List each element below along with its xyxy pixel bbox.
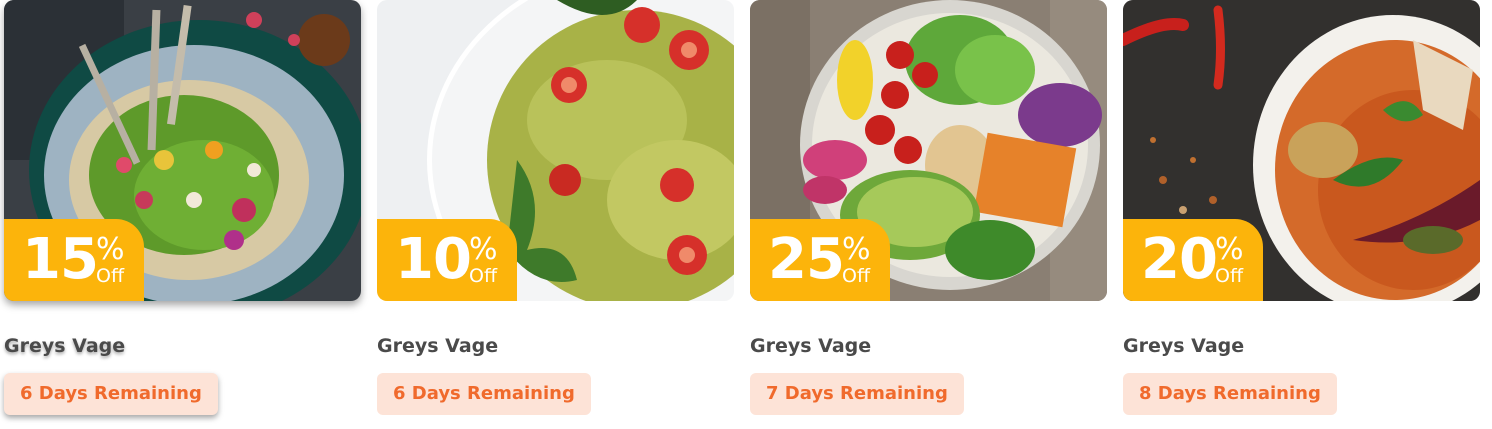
- discount-off-label: Off: [1215, 265, 1244, 287]
- discount-percent-sign: %: [842, 232, 871, 267]
- discount-percent-sign: %: [96, 232, 125, 267]
- deal-title[interactable]: Greys Vage: [1123, 333, 1244, 359]
- days-remaining-badge: 6 Days Remaining: [377, 373, 591, 415]
- discount-off-label: Off: [469, 265, 498, 287]
- discount-value: 25: [768, 227, 845, 292]
- deal-card[interactable]: 10 % Off Greys Vage 6 Days Remaining: [377, 0, 734, 420]
- deal-title[interactable]: Greys Vage: [4, 333, 125, 359]
- discount-percent-sign: %: [469, 232, 498, 267]
- discount-badge: 10 % Off: [377, 219, 517, 301]
- deal-title[interactable]: Greys Vage: [377, 333, 498, 359]
- discount-badge: 20 % Off: [1123, 219, 1263, 301]
- discount-value: 15: [22, 227, 99, 292]
- deal-card[interactable]: 15 % Off Greys Vage 6 Days Remaining: [4, 0, 361, 420]
- days-remaining-badge: 7 Days Remaining: [750, 373, 964, 415]
- deal-card[interactable]: 20 % Off Greys Vage 8 Days Remaining: [1123, 0, 1480, 420]
- deals-grid: 15 % Off Greys Vage 6 Days Remaining 10 …: [0, 0, 1492, 429]
- discount-badge: 25 % Off: [750, 219, 890, 301]
- discount-badge: 15 % Off: [4, 219, 144, 301]
- deal-title[interactable]: Greys Vage: [750, 333, 871, 359]
- deal-image[interactable]: 15 % Off: [4, 0, 361, 301]
- discount-off-label: Off: [96, 265, 125, 287]
- days-remaining-badge: 8 Days Remaining: [1123, 373, 1337, 415]
- deal-image[interactable]: 20 % Off: [1123, 0, 1480, 301]
- discount-value: 10: [395, 227, 472, 292]
- deal-card[interactable]: 25 % Off Greys Vage 7 Days Remaining: [750, 0, 1107, 420]
- discount-percent-sign: %: [1215, 232, 1244, 267]
- deal-image[interactable]: 25 % Off: [750, 0, 1107, 301]
- discount-off-label: Off: [842, 265, 871, 287]
- deal-image[interactable]: 10 % Off: [377, 0, 734, 301]
- discount-value: 20: [1141, 227, 1218, 292]
- days-remaining-badge: 6 Days Remaining: [4, 373, 218, 415]
